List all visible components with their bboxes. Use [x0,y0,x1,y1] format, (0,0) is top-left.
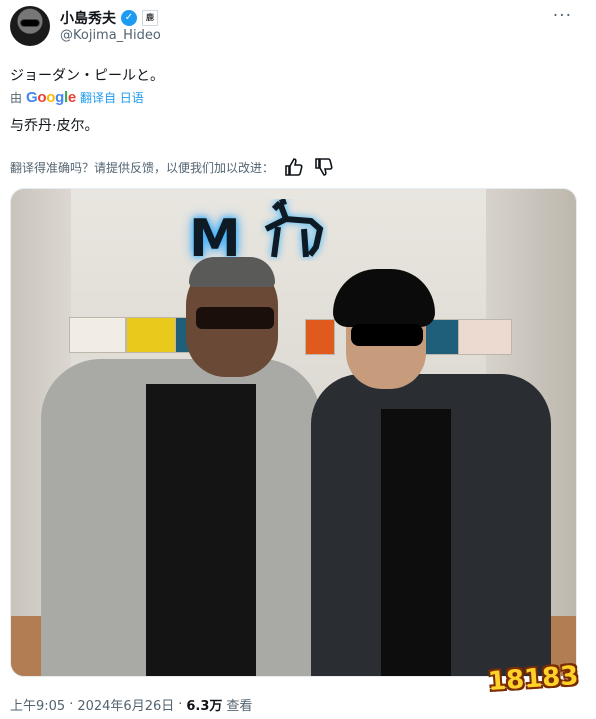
feedback-question: 翻译得准确吗？请提供反馈，以便我们加以改进： [10,160,275,175]
view-count: 6.3万 [186,699,223,714]
translated-by-row: 由 Google 翻译自 日语 [10,89,144,106]
translated-text: 与乔丹·皮尔。 [10,118,99,134]
site-watermark: 18183 [487,660,580,698]
translation-feedback: 翻译得准确吗？请提供反馈，以便我们加以改进： [10,158,334,176]
more-options-icon[interactable]: ··· [553,6,572,26]
cabinet-orange [305,319,335,355]
cabinet-white [69,317,126,353]
person-left-shirt [146,384,256,676]
verified-check-icon[interactable]: ✓ [121,10,137,26]
meta-separator: · [69,697,74,712]
tweet-time[interactable]: 上午9:05 [10,695,65,714]
author-name[interactable]: 小島秀夫 [60,8,116,28]
translate-source-link[interactable]: 翻译自 日语 [80,89,144,106]
person-right-hair [333,269,435,327]
translated-by-prefix: 由 [10,91,23,105]
affiliation-badge-icon[interactable]: 鹿 [142,10,158,26]
meta-separator: · [178,697,183,712]
author-handle[interactable]: @Kojima_Hideo [60,28,161,43]
person-left-hair [189,257,275,287]
google-logo: Google [26,89,76,106]
cabinet-pink [458,319,512,355]
tweet-date[interactable]: 2024年6月26日 [77,695,174,714]
view-label: 查看 [226,699,253,714]
neon-deer-icon [264,199,324,258]
thumbs-down-icon[interactable] [314,158,334,176]
person-left-glasses [196,307,274,329]
person-right-sunglasses [351,324,423,346]
cabinet-yellow [126,317,176,353]
thumbs-up-icon[interactable] [284,158,304,176]
tweet-meta: 上午9:05 · 2024年6月26日 · 6.3万 查看 [10,695,252,714]
avatar[interactable] [10,6,50,46]
person-right-shirt [381,409,451,676]
tweet-photo[interactable]: M [10,188,577,677]
tweet-text: ジョーダン・ピールと。 [10,68,164,84]
author-name-row[interactable]: 小島秀夫 ✓ 鹿 [60,8,158,28]
